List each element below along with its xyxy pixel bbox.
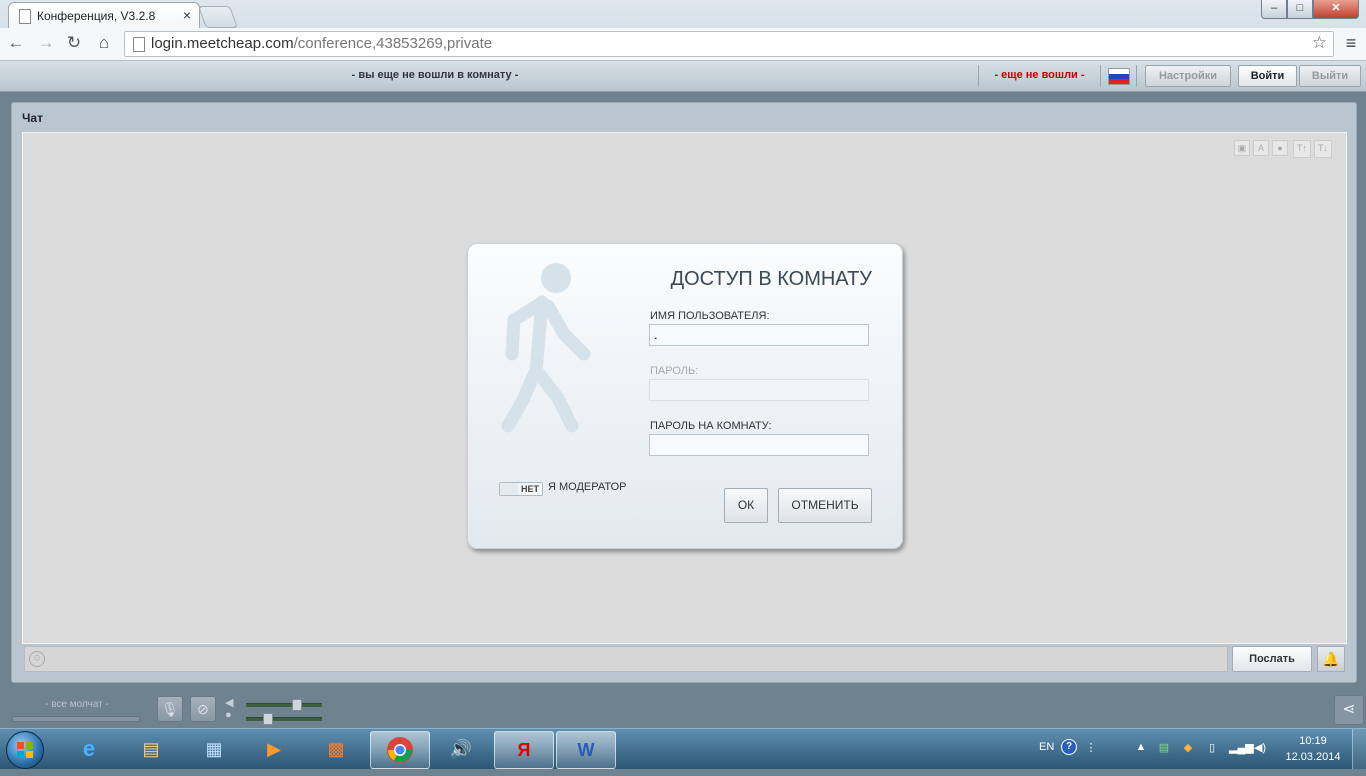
toggle-state: НЕТ bbox=[521, 484, 539, 494]
toggle-knob bbox=[500, 483, 518, 495]
volume-app-icon[interactable]: 🔊 bbox=[432, 731, 490, 767]
russian-flag-icon[interactable] bbox=[1108, 68, 1130, 85]
menu-icon[interactable]: ≡ bbox=[1340, 31, 1362, 55]
windows-taskbar: e ▤ ▦ ▶ ▩ 🔊 Я W EN ? ⋮ ▲ ▤ ◆ ▯ ▂▄▆ ◀) 10… bbox=[0, 728, 1366, 769]
media-player-icon[interactable]: ▶ bbox=[245, 731, 303, 767]
windows-logo-icon bbox=[17, 742, 33, 758]
browser-toolbar: ← → ↻ ⌂ login.meetcheap.com/conference,4… bbox=[0, 28, 1366, 61]
language-indicator[interactable]: EN bbox=[1039, 741, 1054, 753]
back-icon[interactable]: ← bbox=[4, 31, 28, 55]
chrome-icon[interactable] bbox=[370, 731, 430, 769]
help-icon[interactable]: ? bbox=[1061, 739, 1077, 755]
show-desktop-button[interactable] bbox=[1352, 729, 1366, 769]
clock-date[interactable]: 12.03.2014 bbox=[1284, 751, 1342, 763]
home-icon[interactable]: ⌂ bbox=[92, 31, 116, 55]
tray-app-icon[interactable]: ◆ bbox=[1181, 741, 1195, 755]
mic-volume-slider[interactable] bbox=[246, 699, 322, 711]
media-center-icon[interactable]: ▦ bbox=[185, 731, 243, 767]
internet-explorer-icon[interactable]: e bbox=[60, 731, 118, 767]
color-icon[interactable]: ● bbox=[1272, 140, 1288, 156]
forward-icon[interactable]: → bbox=[34, 31, 58, 55]
office-panel-icon[interactable]: ▩ bbox=[307, 731, 365, 767]
app-header: - вы еще не вошли в комнату - - еще не в… bbox=[0, 61, 1366, 92]
window-maximize-button[interactable]: □ bbox=[1287, 0, 1313, 19]
moderator-label: Я МОДЕРАТОР bbox=[548, 481, 627, 493]
moderator-toggle[interactable]: НЕТ bbox=[499, 482, 543, 496]
login-button[interactable]: Войти bbox=[1238, 65, 1297, 87]
room-access-dialog: ДОСТУП В КОМНАТУ ИМЯ ПОЛЬЗОВАТЕЛЯ: . ПАР… bbox=[467, 243, 903, 549]
tab-close-icon[interactable]: × bbox=[183, 7, 191, 23]
show-hidden-icons[interactable]: ▲ bbox=[1134, 741, 1148, 755]
speaker-icon[interactable]: ◀) bbox=[1253, 741, 1267, 755]
speaker-volume-slider[interactable] bbox=[246, 713, 322, 725]
camera-off-icon[interactable]: ⊘ bbox=[190, 696, 216, 722]
password-input[interactable] bbox=[649, 379, 869, 401]
audio-level-bar bbox=[12, 716, 140, 722]
yandex-icon[interactable]: Я bbox=[494, 731, 554, 769]
slider-knob[interactable] bbox=[292, 699, 302, 711]
ok-button[interactable]: ОК bbox=[724, 488, 768, 523]
bookmark-star-icon[interactable]: ☆ bbox=[1312, 33, 1327, 53]
walking-person-icon bbox=[501, 263, 591, 433]
new-tab-button[interactable] bbox=[197, 6, 239, 28]
start-button[interactable] bbox=[6, 731, 44, 769]
send-button[interactable]: Послать bbox=[1232, 646, 1312, 672]
reload-icon[interactable]: ↻ bbox=[62, 31, 86, 55]
tray-menu-icon[interactable]: ⋮ bbox=[1084, 741, 1098, 755]
url-text: login.meetcheap.com/conference,43853269,… bbox=[151, 35, 493, 52]
divider bbox=[1100, 65, 1101, 87]
browser-tab[interactable]: Конференция, V3.2.8 × bbox=[8, 2, 200, 29]
divider bbox=[978, 65, 979, 87]
microphone-icon[interactable]: 🎙 bbox=[157, 696, 183, 722]
room-password-input[interactable] bbox=[649, 434, 869, 456]
dialog-title: ДОСТУП В КОМНАТУ bbox=[670, 268, 872, 290]
address-bar[interactable]: login.meetcheap.com/conference,43853269,… bbox=[124, 31, 1334, 57]
media-bar: - все молчат - 🎙 ⊘ ◀ ● ⋖ bbox=[0, 690, 1366, 728]
clock-time[interactable]: 10:19 bbox=[1284, 735, 1342, 747]
usb-icon[interactable]: ▯ bbox=[1205, 741, 1219, 755]
chrome-logo bbox=[387, 737, 413, 763]
logout-button[interactable]: Выйти bbox=[1299, 65, 1361, 87]
settings-button[interactable]: Настройки bbox=[1145, 65, 1231, 87]
page-icon bbox=[133, 37, 145, 52]
password-label: ПАРОЛЬ: bbox=[650, 365, 699, 377]
divider bbox=[1136, 65, 1137, 87]
speakers-status: - все молчат - bbox=[45, 699, 109, 710]
volume-icon: ◀ ● bbox=[225, 697, 234, 721]
slider-knob[interactable] bbox=[263, 713, 273, 725]
room-status: - вы еще не вошли в комнату - bbox=[351, 69, 519, 81]
font-icon[interactable]: A bbox=[1253, 140, 1269, 156]
share-icon[interactable]: ⋖ bbox=[1334, 695, 1364, 725]
page-icon bbox=[19, 9, 31, 24]
login-status: - еще не вошли - bbox=[994, 69, 1085, 81]
font-decrease-icon[interactable]: T↓ bbox=[1314, 140, 1332, 158]
username-label: ИМЯ ПОЛЬЗОВАТЕЛЯ: bbox=[650, 310, 770, 322]
window-minimize-button[interactable]: – bbox=[1261, 0, 1287, 19]
window-close-button[interactable]: ✕ bbox=[1313, 0, 1359, 19]
cancel-button[interactable]: ОТМЕНИТЬ bbox=[778, 488, 872, 523]
username-input[interactable]: . bbox=[649, 324, 869, 346]
tab-title: Конференция, V3.2.8 bbox=[37, 9, 156, 23]
word-icon[interactable]: W bbox=[556, 731, 616, 769]
chat-title: Чат bbox=[22, 111, 43, 125]
smiley-icon[interactable]: ☺ bbox=[29, 651, 45, 667]
room-password-label: ПАРОЛЬ НА КОМНАТУ: bbox=[650, 420, 772, 432]
tray-app-icon[interactable]: ▤ bbox=[1157, 741, 1171, 755]
bell-icon[interactable]: 🔔 bbox=[1317, 646, 1345, 672]
chat-input[interactable]: ☺ bbox=[24, 646, 1228, 672]
image-icon[interactable]: ▣ bbox=[1234, 140, 1250, 156]
font-increase-icon[interactable]: T↑ bbox=[1293, 140, 1311, 158]
file-explorer-icon[interactable]: ▤ bbox=[122, 731, 180, 767]
network-icon[interactable]: ▂▄▆ bbox=[1229, 741, 1254, 755]
